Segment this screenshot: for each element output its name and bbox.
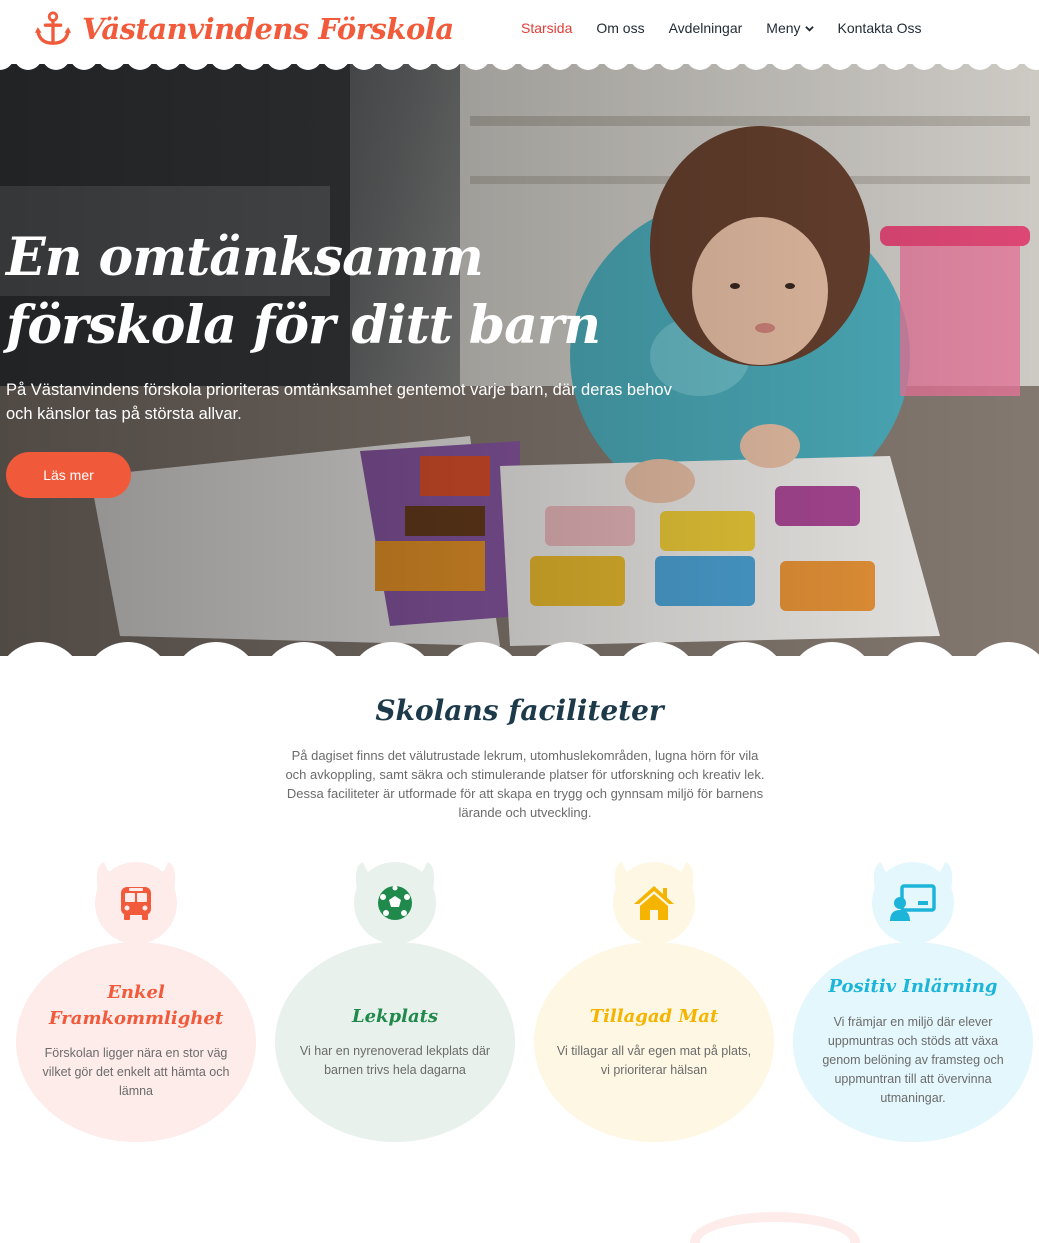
nav-avdelningar[interactable]: Avdelningar: [669, 20, 743, 36]
site-logo[interactable]: Västanvindens Förskola: [34, 10, 454, 48]
card-title: Enkel Framkommlighet: [48, 982, 224, 1029]
nav-starsida[interactable]: Starsida: [521, 20, 572, 36]
card-text: Vi har en nyrenoverad lekplats där barne…: [299, 1044, 491, 1077]
logo-text: Västanvindens Förskola: [82, 12, 454, 46]
nav-meny[interactable]: Meny: [766, 20, 814, 36]
scallop-divider-bottom: [0, 642, 1039, 670]
card-title: Tillagad Mat: [589, 1006, 719, 1027]
main-nav: Starsida Om oss Avdelningar Meny Kontakt…: [521, 20, 946, 36]
hero-section: En omtänksamm förskola för ditt barn På …: [0, 56, 1039, 668]
read-more-button[interactable]: Läs mer: [6, 452, 131, 498]
nav-om-oss[interactable]: Om oss: [596, 20, 644, 36]
card-title: Lekplats: [351, 1006, 439, 1027]
card-text: Vi tillagar all vår egen mat på plats, v…: [556, 1044, 752, 1077]
card-text: Förskolan ligger nära en stor väg vilket…: [42, 1046, 230, 1098]
house-icon-circle: [613, 862, 695, 944]
football-icon-circle: [354, 862, 436, 944]
football-icon: [378, 885, 412, 920]
facility-card-playground: Lekplats Vi har en nyrenoverad lekplats …: [275, 858, 515, 1148]
decorative-circle: [690, 1212, 860, 1243]
hero-title: En omtänksamm förskola för ditt barn: [6, 227, 601, 356]
card-text: Vi främjar en miljö där elever uppmuntra…: [822, 1015, 1004, 1105]
anchor-icon: [34, 11, 72, 45]
hero-text: På Västanvindens förskola prioriteras om…: [6, 381, 672, 423]
house-icon: [634, 886, 674, 920]
facility-card-access: Enkel Framkommlighet Förskolan ligger nä…: [16, 858, 256, 1148]
nav-kontakta-oss[interactable]: Kontakta Oss: [838, 20, 922, 36]
chevron-down-icon: [804, 25, 814, 32]
site-header: Västanvindens Förskola Starsida Om oss A…: [0, 0, 1039, 64]
card-body: [16, 942, 256, 1142]
facility-card-learning: Positiv Inlärning Vi främjar en miljö dä…: [793, 858, 1033, 1148]
bus-icon-circle: [95, 862, 177, 944]
nav-meny-label: Meny: [766, 20, 801, 36]
hero-overlay: [0, 56, 1039, 668]
bus-icon: [121, 887, 151, 920]
card-title: Positiv Inlärning: [828, 976, 998, 997]
teacher-board-icon: [890, 884, 936, 921]
facilities-title: Skolans faciliteter: [375, 694, 664, 727]
teacher-board-icon-circle: [872, 862, 954, 944]
facility-card-food: Tillagad Mat Vi tillagar all vår egen ma…: [534, 858, 774, 1148]
facilities-intro: På dagiset finns det välutrustade lekrum…: [285, 748, 765, 820]
